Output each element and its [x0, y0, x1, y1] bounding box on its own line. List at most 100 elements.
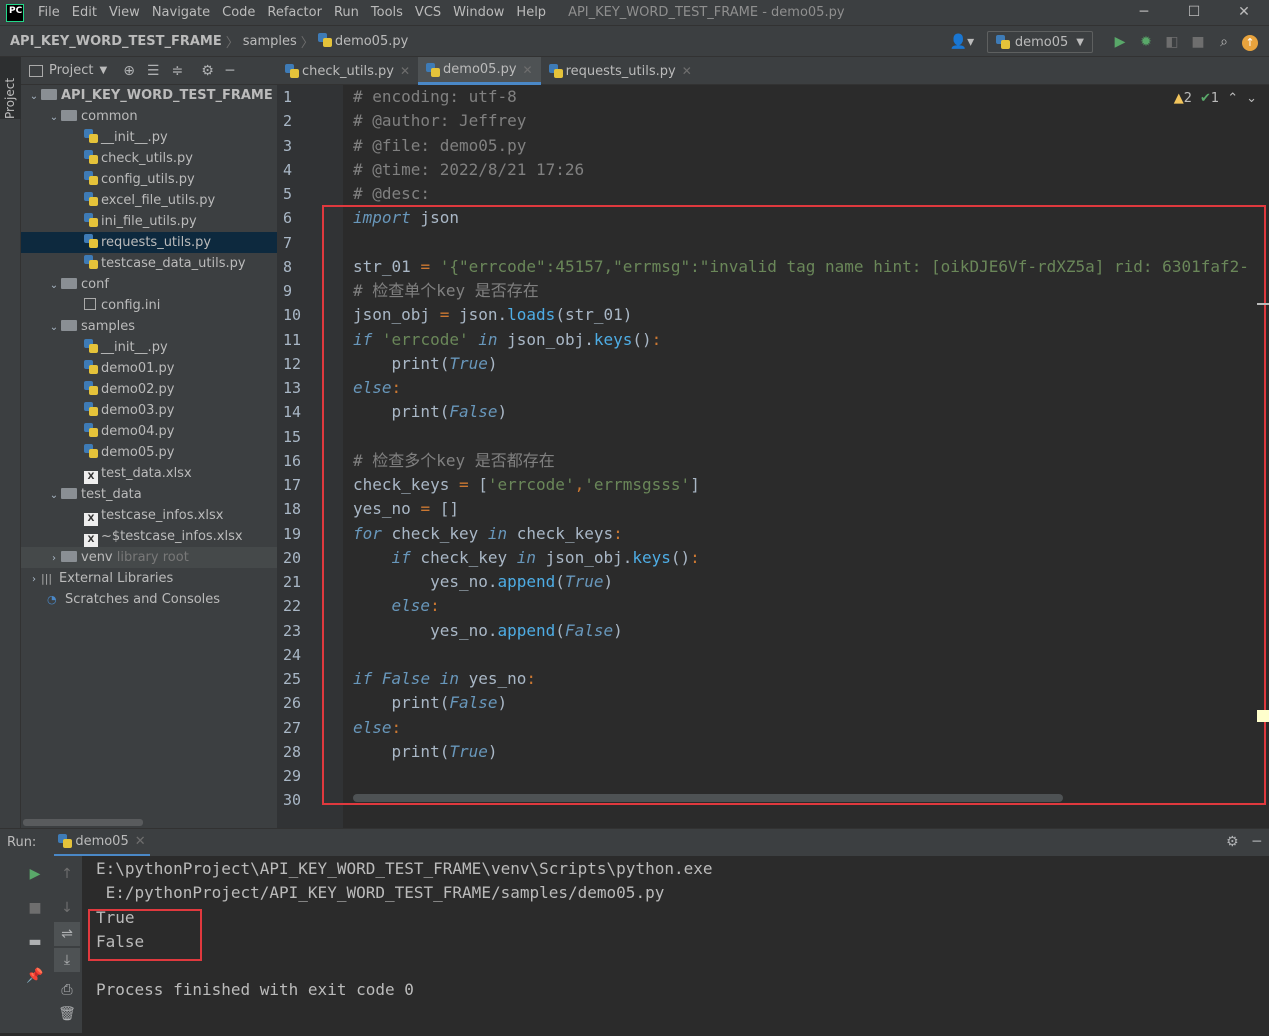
menu-help[interactable]: Help [510, 0, 552, 25]
collapse-all-icon[interactable]: ≑ [171, 63, 183, 79]
run-console[interactable]: E:\pythonProject\API_KEY_WORD_TEST_FRAME… [82, 856, 1269, 1033]
search-icon[interactable]: ⌕ [1211, 34, 1237, 50]
editor-tab[interactable]: check_utils.py✕ [277, 57, 418, 85]
tree-item[interactable]: Xtest_data.xlsx [21, 463, 277, 484]
chevron-right-icon[interactable]: › [47, 548, 61, 569]
close-icon[interactable]: ✕ [1219, 0, 1269, 25]
run-tab[interactable]: demo05 ✕ [54, 829, 149, 857]
line-number[interactable]: 3 [277, 134, 343, 158]
tree-item[interactable]: X~$testcase_infos.xlsx [21, 526, 277, 547]
project-tool-tab[interactable]: Project [0, 57, 21, 119]
tree-item[interactable]: ⌄samples [21, 316, 277, 337]
close-tab-icon[interactable]: ✕ [523, 63, 533, 77]
tree-item[interactable]: config_utils.py [21, 169, 277, 190]
close-tab-icon[interactable]: ✕ [400, 64, 410, 78]
menu-vcs[interactable]: VCS [409, 0, 447, 25]
arrow-down-icon[interactable]: ↓ [54, 896, 80, 920]
print-icon[interactable]: ⎙ [54, 978, 80, 1002]
error-stripe-marker[interactable] [1257, 710, 1269, 722]
arrow-up-icon[interactable]: ↑ [54, 862, 80, 886]
run-configuration-select[interactable]: demo05 ▼ [987, 31, 1093, 53]
expand-all-icon[interactable]: ☰ [147, 63, 160, 79]
project-view-select[interactable]: Project [49, 63, 93, 78]
line-number[interactable]: 2 [277, 109, 343, 133]
menu-code[interactable]: Code [216, 0, 261, 25]
editor-tab[interactable]: demo05.py✕ [418, 57, 541, 85]
chevron-down-icon[interactable]: ⌄ [47, 317, 61, 338]
stop-icon[interactable]: ■ [1185, 34, 1211, 50]
menu-file[interactable]: File [32, 0, 66, 25]
line-number[interactable]: 1 [277, 85, 343, 109]
error-stripe-marker[interactable] [1257, 303, 1269, 305]
tree-item[interactable]: config.ini [21, 295, 277, 316]
menu-run[interactable]: Run [328, 0, 365, 25]
menu-tools[interactable]: Tools [365, 0, 409, 25]
line-number[interactable]: 4 [277, 158, 343, 182]
horizontal-scrollbar[interactable] [23, 819, 143, 826]
chevron-right-icon[interactable]: › [27, 569, 41, 590]
hide-icon[interactable]: ─ [1253, 834, 1261, 850]
locate-icon[interactable]: ⊕ [123, 63, 135, 79]
tree-item[interactable]: testcase_data_utils.py [21, 253, 277, 274]
tree-item[interactable]: ini_file_utils.py [21, 211, 277, 232]
scroll-to-end-icon[interactable]: ⤓ [54, 948, 80, 972]
layout-icon[interactable]: ▬ [22, 930, 48, 954]
user-icon[interactable]: 👤▾ [949, 34, 975, 50]
tree-item[interactable]: requests_utils.py [21, 232, 277, 253]
chevron-down-icon[interactable]: ▼ [99, 65, 107, 76]
tree-item[interactable]: Xtestcase_infos.xlsx [21, 505, 277, 526]
tree-item[interactable]: ›venv library root [21, 547, 277, 568]
maximize-icon[interactable]: ☐ [1169, 0, 1219, 25]
tree-item[interactable]: ›|||External Libraries [21, 568, 277, 589]
tree-item[interactable]: ⌄conf [21, 274, 277, 295]
tree-item[interactable]: demo03.py [21, 400, 277, 421]
update-icon[interactable]: ↑ [1237, 34, 1263, 51]
tree-item[interactable]: ⌄API_KEY_WORD_TEST_FRAME E:\ [21, 85, 277, 106]
coverage-icon[interactable]: ◧ [1159, 34, 1185, 50]
tree-item[interactable]: demo01.py [21, 358, 277, 379]
minimize-icon[interactable]: ─ [1119, 0, 1169, 25]
breadcrumb-project[interactable]: API_KEY_WORD_TEST_FRAME [0, 34, 222, 49]
chevron-down-icon[interactable]: ⌄ [47, 275, 61, 296]
inspection-widget[interactable]: ▲2 ✔1 ⌃ ⌄ [1174, 91, 1257, 106]
rerun-icon[interactable]: ▶ [22, 862, 48, 886]
tree-item[interactable]: excel_file_utils.py [21, 190, 277, 211]
chevron-down-icon[interactable]: ⌄ [1246, 91, 1257, 106]
soft-wrap-icon[interactable]: ⇌ [54, 922, 80, 946]
breadcrumb-folder[interactable]: samples [239, 34, 297, 49]
chevron-down-icon[interactable]: ⌄ [47, 485, 61, 506]
breadcrumb-file[interactable]: demo05.py [314, 33, 409, 49]
python-file-icon [426, 63, 440, 77]
tree-item[interactable]: ⌄test_data [21, 484, 277, 505]
tree-item[interactable]: __init__.py [21, 337, 277, 358]
debug-icon[interactable]: ✹ [1133, 34, 1159, 50]
stop-icon[interactable]: ■ [22, 896, 48, 920]
tree-item[interactable]: ◔Scratches and Consoles [21, 589, 277, 610]
pycharm-logo-icon: PC [6, 4, 24, 22]
menu-window[interactable]: Window [447, 0, 510, 25]
menu-view[interactable]: View [103, 0, 146, 25]
chevron-down-icon[interactable]: ⌄ [27, 86, 41, 107]
tree-item[interactable]: __init__.py [21, 127, 277, 148]
menu-refactor[interactable]: Refactor [261, 0, 328, 25]
tree-item[interactable]: ⌄common [21, 106, 277, 127]
chevron-up-icon[interactable]: ⌃ [1227, 91, 1238, 106]
run-icon[interactable]: ▶ [1107, 34, 1133, 50]
trash-icon[interactable]: 🗑 [54, 1002, 80, 1026]
chevron-down-icon[interactable]: ⌄ [47, 107, 61, 128]
gear-icon[interactable]: ⚙ [201, 63, 214, 79]
editor-tab[interactable]: requests_utils.py✕ [541, 57, 700, 85]
python-file-icon [996, 35, 1010, 49]
hide-icon[interactable]: ─ [226, 63, 234, 79]
close-tab-icon[interactable]: ✕ [682, 64, 692, 78]
gear-icon[interactable]: ⚙ [1226, 834, 1239, 850]
tree-item[interactable]: demo05.py [21, 442, 277, 463]
tree-item[interactable]: check_utils.py [21, 148, 277, 169]
tree-item[interactable]: demo02.py [21, 379, 277, 400]
menu-edit[interactable]: Edit [66, 0, 103, 25]
pin-icon[interactable]: 📌 [22, 964, 48, 988]
line-number[interactable]: 5 [277, 182, 343, 206]
close-tab-icon[interactable]: ✕ [135, 834, 146, 849]
tree-item[interactable]: demo04.py [21, 421, 277, 442]
menu-navigate[interactable]: Navigate [146, 0, 216, 25]
